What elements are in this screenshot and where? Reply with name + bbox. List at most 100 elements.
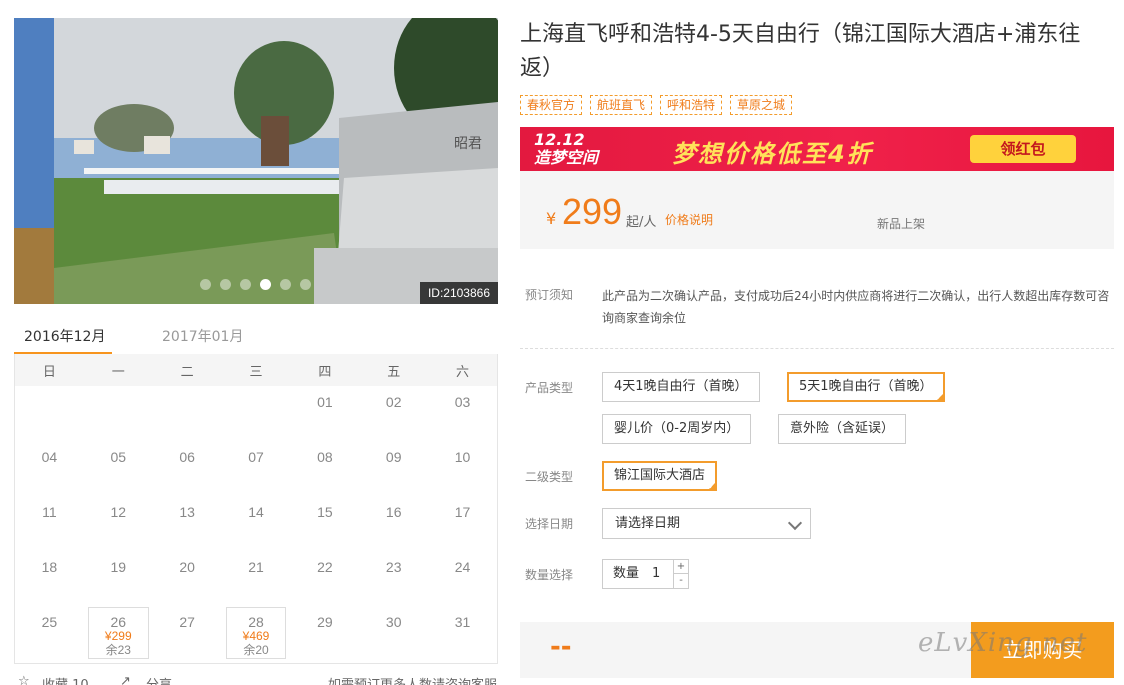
favorite-label[interactable]: 收藏 10 [42, 674, 89, 685]
calendar-day-number: 24 [454, 559, 471, 575]
price-amount: 299 [562, 191, 623, 232]
promo-logo: 12.12 造梦空间 [534, 130, 599, 167]
qty-label: 数量选择 [525, 568, 574, 582]
carousel-dot[interactable] [280, 279, 291, 290]
calendar-day: 07 [222, 441, 291, 496]
price-unit: 起/人 [626, 215, 657, 230]
carousel-dot[interactable] [200, 279, 211, 290]
calendar-day-number: 26 [110, 614, 127, 630]
calendar-day-number: 31 [454, 614, 471, 630]
weekday-label: 二 [180, 364, 194, 380]
calendar-day: 01 [290, 386, 359, 441]
calendar-day-number: 02 [385, 394, 402, 410]
price-currency: ¥ [546, 209, 557, 228]
option-product-type-5day[interactable]: 5天1晚自由行（首晚） [787, 372, 945, 403]
tab-month-current[interactable]: 2016年12月 [24, 326, 105, 346]
carousel-dot[interactable] [260, 279, 271, 290]
calendar-day-available[interactable]: 28 ¥469 余20 [222, 606, 291, 661]
calendar-day-number: 20 [179, 559, 195, 575]
calendar-day-number: 12 [110, 504, 127, 520]
calendar-day-number: 27 [179, 614, 195, 630]
calendar-day: 31 [428, 606, 497, 661]
qty-value[interactable]: 1 [652, 560, 660, 588]
calendar-day-available[interactable]: 26 ¥299 余23 [84, 606, 153, 661]
price-calendar: 日 一 二 三 四 五 六 01 02 03 04 05 06 07 08 09 10 11 12 13 14 15 16… [14, 354, 498, 664]
gallery-footer: ☆ 收藏 10 ↗ 分享 如需预订更多人数请咨询客服 [14, 674, 498, 685]
weekday-label: 四 [318, 364, 332, 380]
qty-prefix: 数量 [613, 566, 640, 581]
calendar-day: 19 [84, 551, 153, 606]
calendar-day-number: 13 [179, 504, 195, 520]
calendar-day-number: 19 [110, 559, 127, 575]
calendar-day-number: 21 [248, 559, 264, 575]
calendar-day [15, 386, 84, 441]
favorite-icon[interactable]: ☆ [18, 674, 30, 685]
date-select[interactable]: 请选择日期 [602, 508, 811, 539]
product-type-label: 产品类型 [525, 381, 574, 395]
total-price: -- [550, 632, 572, 662]
weekday-label: 五 [387, 364, 401, 380]
price-box: ¥ 299 起/人 价格说明 新品上架 [520, 171, 1114, 249]
share-label[interactable]: 分享 [146, 674, 172, 685]
promo-banner[interactable]: 12.12 造梦空间 梦想价格低至4折 领红包 [520, 127, 1114, 171]
tab-month-next[interactable]: 2017年01月 [162, 326, 243, 346]
calendar-day [222, 386, 291, 441]
carousel-dot[interactable] [220, 279, 231, 290]
qty-decrement-button[interactable]: - [674, 574, 688, 588]
product-tag: 航班直飞 [590, 95, 653, 115]
sub-type-label: 二级类型 [525, 470, 574, 484]
calendar-day-number: 16 [385, 504, 402, 520]
calendar-day-number: 03 [454, 394, 471, 410]
price-explain-link[interactable]: 价格说明 [665, 211, 713, 228]
promo-slogan: 梦想价格低至4折 [672, 140, 873, 168]
calendar-weekday-header: 日一二三四五六 [15, 354, 497, 386]
calendar-day: 20 [153, 551, 222, 606]
qty-spinner: + - [673, 560, 688, 588]
option-product-type-infant[interactable]: 婴儿价（0-2周岁内） [602, 414, 752, 444]
chevron-down-icon [787, 515, 803, 531]
calendar-day: 22 [290, 551, 359, 606]
calendar-day: 17 [428, 496, 497, 551]
calendar-day-number: 30 [385, 614, 402, 630]
calendar-day-number: 04 [41, 449, 58, 465]
share-icon[interactable]: ↗ [120, 674, 131, 685]
calendar-day-number: 01 [317, 394, 333, 410]
calendar-day-number: 29 [317, 614, 333, 630]
new-product-tag: 新品上架 [877, 217, 926, 231]
calendar-day-number: 08 [317, 449, 333, 465]
calendar-day [153, 386, 222, 441]
calendar-day-number: 22 [317, 559, 333, 575]
calendar-day: 09 [359, 441, 428, 496]
buy-now-button[interactable]: 立即购买 [971, 622, 1114, 678]
photo-gallery[interactable]: 昭君 ID:2103866 [14, 18, 498, 304]
product-tags: 春秋官方 航班直飞 呼和浩特 草原之城 [520, 95, 793, 115]
calendar-day: 30 [359, 606, 428, 661]
qty-increment-button[interactable]: + [674, 560, 688, 574]
calendar-day-number: 11 [42, 504, 57, 520]
get-redpacket-button[interactable]: 领红包 [970, 135, 1076, 163]
calendar-day: 23 [359, 551, 428, 606]
option-product-type-4day[interactable]: 4天1晚自由行（首晚） [602, 372, 760, 402]
carousel-dots[interactable] [200, 279, 311, 290]
calendar-day-number: 17 [454, 504, 471, 520]
calendar-day: 16 [359, 496, 428, 551]
option-sub-type-hotel[interactable]: 锦江国际大酒店 [602, 461, 718, 492]
calendar-day: 15 [290, 496, 359, 551]
carousel-dot[interactable] [240, 279, 251, 290]
calendar-day: 08 [290, 441, 359, 496]
date-label: 选择日期 [525, 517, 574, 531]
calendar-month-tabs: 2016年12月 2017年01月 [14, 318, 498, 356]
quantity-stepper[interactable]: 数量 1 + - [602, 559, 689, 589]
calendar-day-number: 18 [41, 559, 58, 575]
gallery-photo: 昭君 [14, 18, 498, 304]
calendar-day-number: 14 [248, 504, 264, 520]
calendar-day: 27 [153, 606, 222, 661]
calendar-day-number: 25 [41, 614, 58, 630]
calendar-day-number: 05 [110, 449, 127, 465]
calendar-day: 10 [428, 441, 497, 496]
carousel-dot[interactable] [300, 279, 311, 290]
buy-bar: -- 立即购买 [520, 622, 1114, 678]
option-product-type-insurance[interactable]: 意外险（含延误） [778, 414, 907, 444]
calendar-days: 01 02 03 04 05 06 07 08 09 10 11 12 13 14 15 16 17 18 19 20… [15, 386, 497, 661]
calendar-day: 11 [15, 496, 84, 551]
